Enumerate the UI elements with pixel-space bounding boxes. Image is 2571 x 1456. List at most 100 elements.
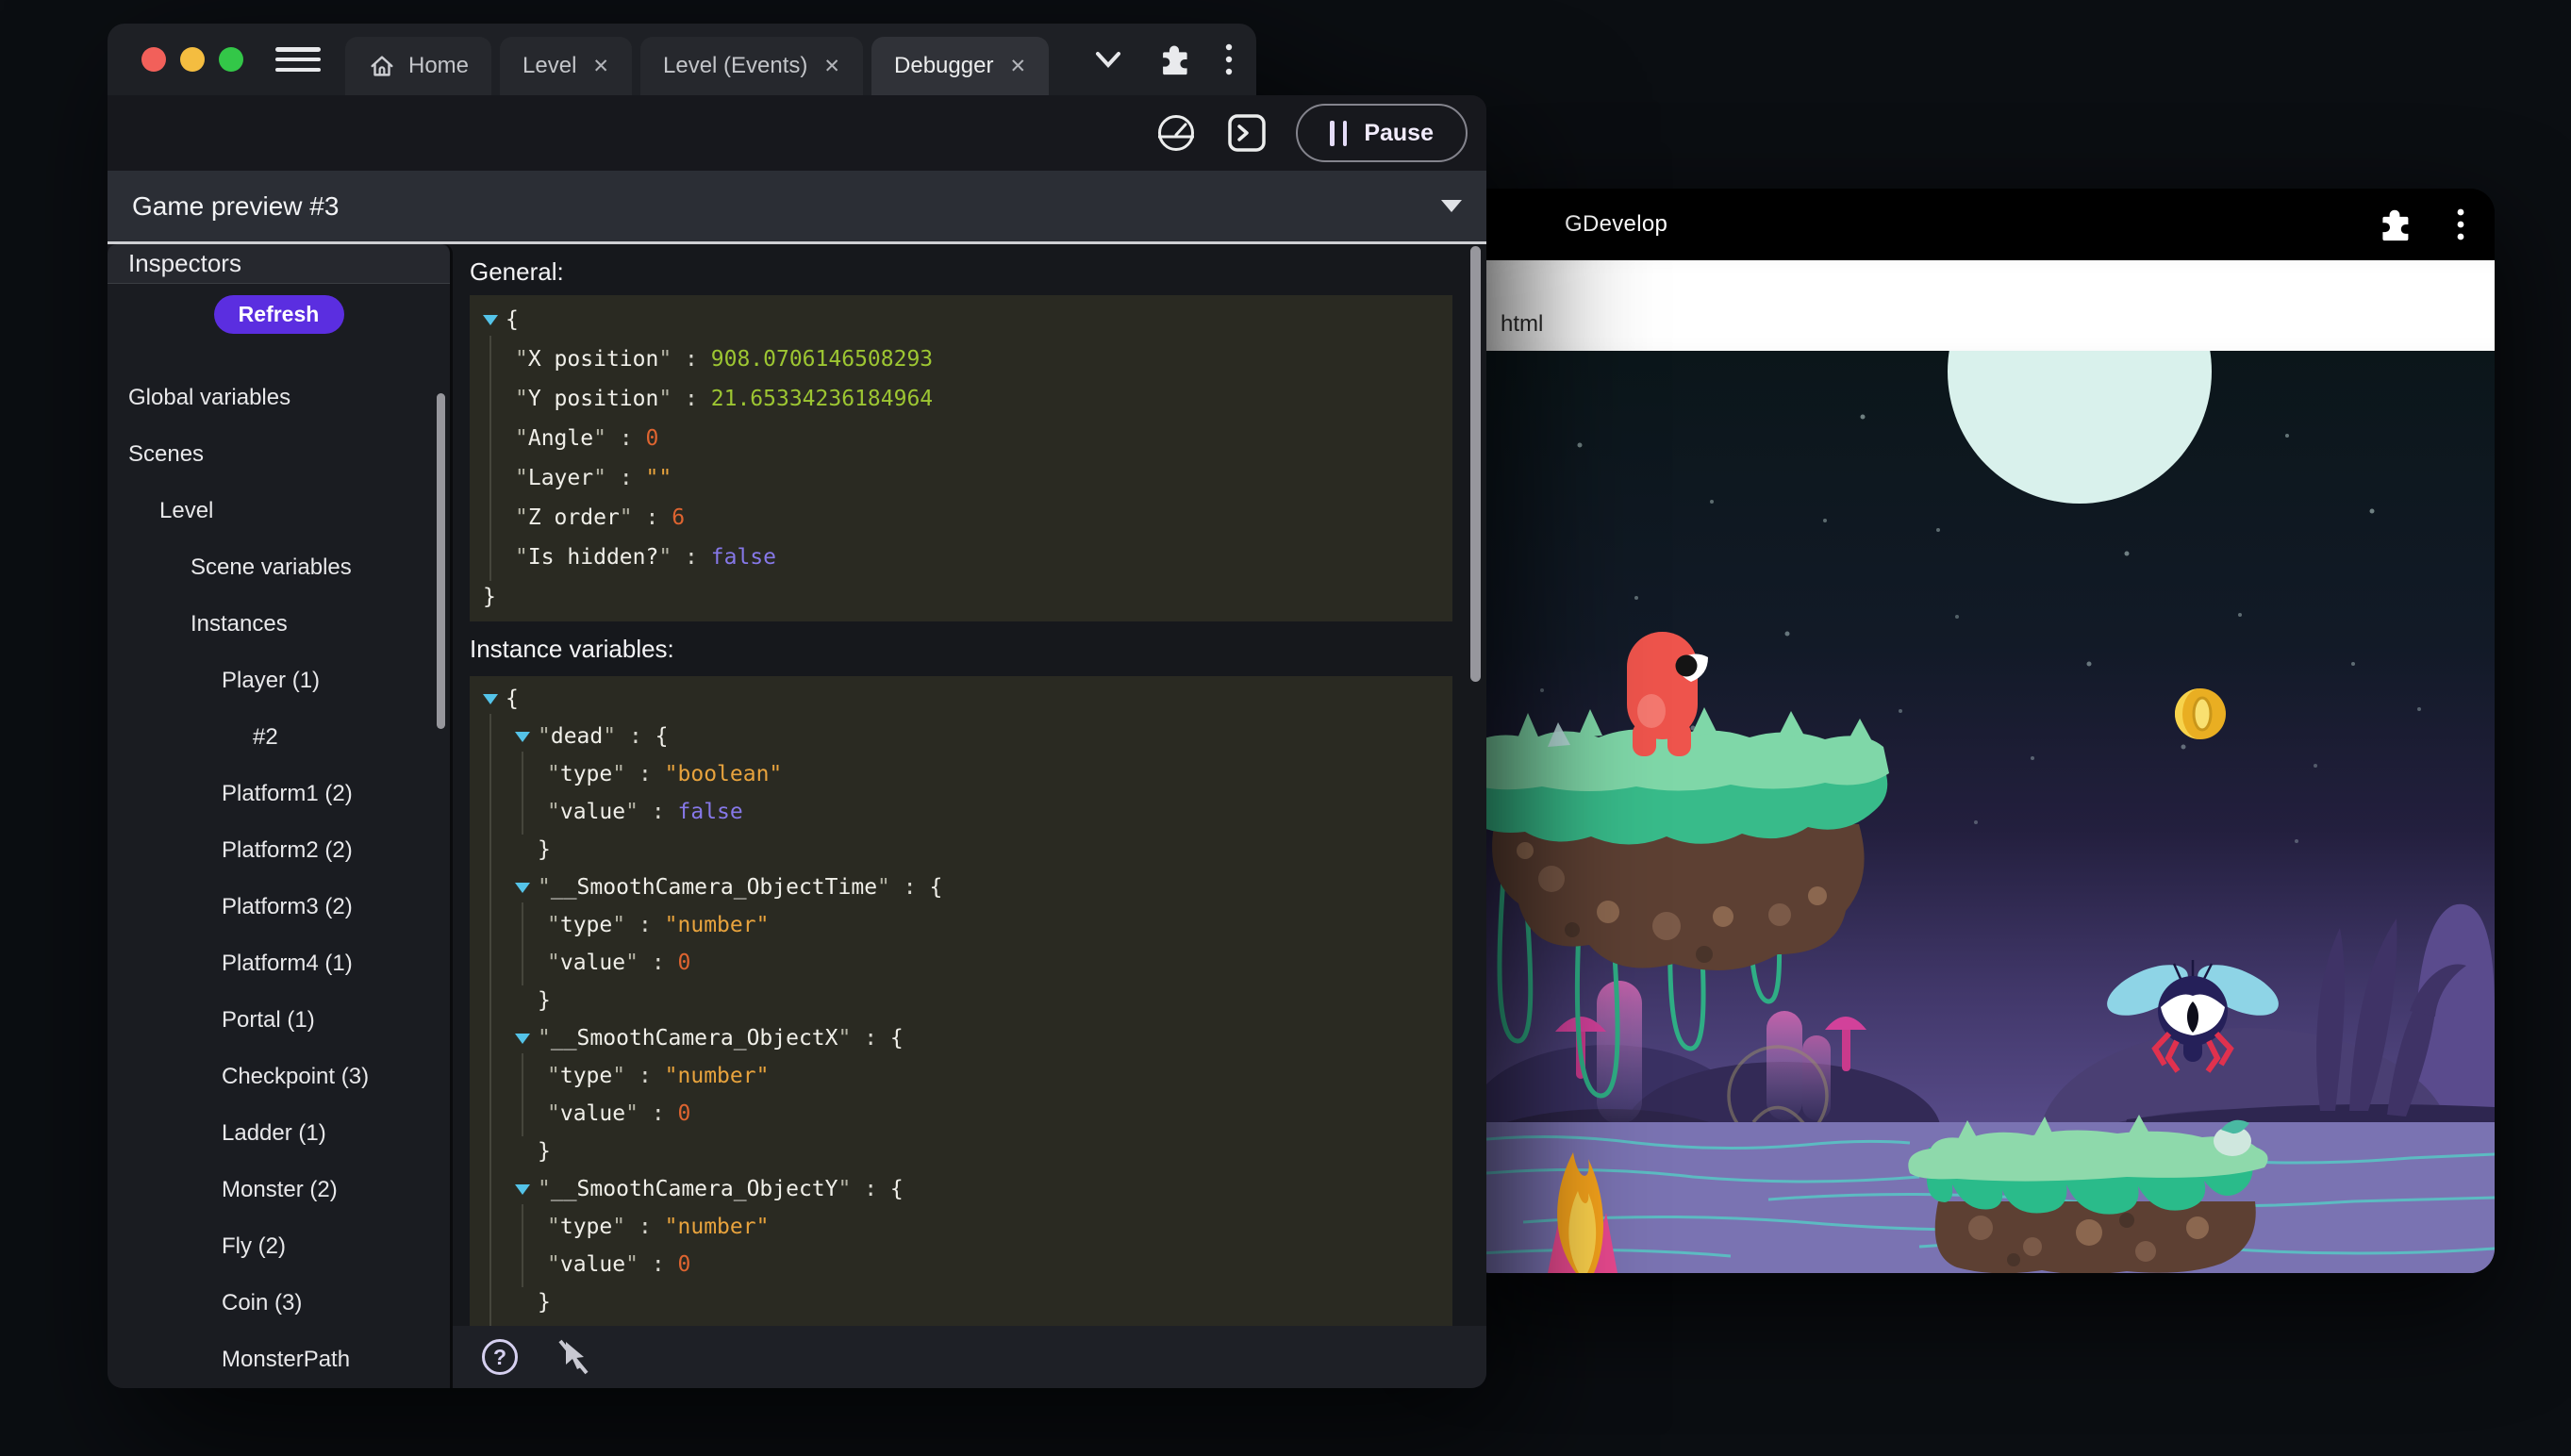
json-row: "type" : "number" — [470, 1057, 1452, 1095]
kebab-menu-icon[interactable] — [2455, 207, 2466, 242]
sidebar-item-scenes[interactable]: Scenes — [108, 426, 450, 483]
collapse-arrow-icon[interactable] — [515, 732, 530, 742]
general-section-label: General: — [470, 256, 1486, 288]
json-row[interactable]: "__SmoothCamera_ObjectY" : { — [470, 1170, 1452, 1208]
dropdown-caret-icon[interactable] — [1441, 200, 1462, 212]
desktop: GDevelop html — [0, 0, 2571, 1456]
close-tab-icon[interactable]: ✕ — [1009, 55, 1026, 78]
tab-home[interactable]: Home — [345, 37, 491, 95]
sidebar-item-ladder-1-[interactable]: Ladder (1) — [108, 1105, 450, 1162]
maximize-button[interactable] — [219, 47, 243, 72]
tab-label: Level — [522, 53, 576, 79]
debugger-window: HomeLevel✕Level (Events)✕Debugger✕ — [108, 24, 1486, 1388]
refresh-button[interactable]: Refresh — [214, 295, 344, 334]
extension-puzzle-icon[interactable] — [1158, 43, 1190, 75]
tab-bar: HomeLevel✕Level (Events)✕Debugger✕ — [345, 37, 1049, 95]
pause-button[interactable]: Pause — [1296, 104, 1468, 162]
collapse-arrow-icon[interactable] — [483, 694, 498, 704]
window-controls — [141, 47, 243, 72]
json-row: "Y position" : 21.65334236184964 — [470, 379, 1452, 419]
sidebar-item-scene-variables[interactable]: Scene variables — [108, 539, 450, 596]
game-window-titlebar: GDevelop — [1467, 189, 2495, 260]
inspector-panel: General: {"X position" : 908.07061465082… — [453, 244, 1486, 1388]
json-row[interactable]: "__SmoothCamera_ObjectTime" : { — [470, 869, 1452, 906]
sidebar-item-player-1-[interactable]: Player (1) — [108, 653, 450, 709]
sidebar-item-fly-2-[interactable]: Fly (2) — [108, 1218, 450, 1275]
preview-title: Game preview #3 — [132, 191, 339, 222]
help-icon[interactable]: ? — [479, 1336, 521, 1378]
address-text: html — [1501, 311, 1543, 338]
coin — [2175, 688, 2226, 739]
sidebar-item-platform3-2-[interactable]: Platform3 (2) — [108, 879, 450, 935]
sidebar-item-monster-2-[interactable]: Monster (2) — [108, 1162, 450, 1218]
tab-level[interactable]: Level ✕ — [500, 37, 632, 95]
json-row[interactable]: "__SmoothCamera_ObjectX" : { — [470, 1019, 1452, 1057]
json-row: } — [470, 577, 1452, 617]
home-icon — [368, 52, 396, 80]
collapse-arrow-icon[interactable] — [515, 1184, 530, 1195]
game-preview-window: GDevelop html — [1467, 189, 2495, 1273]
json-row: "Is hidden?" : false — [470, 538, 1452, 577]
json-row: "type" : "number" — [470, 1208, 1452, 1246]
pause-label: Pause — [1364, 120, 1434, 147]
game-canvas[interactable] — [1467, 351, 2495, 1273]
sidebar-item-monsterpath[interactable]: MonsterPath — [108, 1332, 450, 1388]
json-row: "value" : 0 — [470, 1095, 1452, 1133]
json-row: "value" : 0 — [470, 944, 1452, 982]
game-scene — [1467, 351, 2495, 1273]
sidebar-item--2[interactable]: #2 — [108, 709, 450, 766]
json-row[interactable]: { — [470, 300, 1452, 339]
sidebar-scrollbar[interactable] — [437, 393, 445, 729]
json-row: "type" : "boolean" — [470, 755, 1452, 793]
json-row: "Layer" : "" — [470, 458, 1452, 498]
sidebar-item-instances[interactable]: Instances — [108, 596, 450, 653]
chevron-down-icon[interactable] — [1092, 48, 1124, 71]
json-row: } — [470, 1283, 1452, 1321]
json-row: "type" : "number" — [470, 906, 1452, 944]
json-row: "value" : 0 — [470, 1246, 1452, 1283]
kebab-menu-icon[interactable] — [1224, 42, 1234, 76]
panel-scrollbar[interactable] — [1470, 246, 1481, 682]
preview-selector[interactable]: Game preview #3 — [108, 171, 1486, 244]
extension-puzzle-icon[interactable] — [2378, 207, 2412, 241]
collapse-arrow-icon[interactable] — [483, 315, 498, 325]
collapse-arrow-icon[interactable] — [515, 883, 530, 893]
json-row[interactable]: "dead" : { — [470, 718, 1452, 755]
sidebar-item-coin-3-[interactable]: Coin (3) — [108, 1275, 450, 1332]
game-window-title: GDevelop — [1565, 211, 1667, 238]
close-button[interactable] — [141, 47, 166, 72]
tab-debugger[interactable]: Debugger✕ — [871, 37, 1049, 95]
close-tab-icon[interactable]: ✕ — [823, 55, 840, 78]
tab-label: Level (Events) — [663, 53, 807, 79]
pick-element-disabled-icon[interactable] — [553, 1336, 594, 1378]
sidebar-item-platform1-2-[interactable]: Platform1 (2) — [108, 766, 450, 822]
inspector-tree: Global variablesScenesLevelScene variabl… — [108, 370, 450, 1388]
debugger-toolbar: Pause — [108, 95, 1486, 171]
instance-variables-label: Instance variables: — [470, 633, 1486, 665]
json-row[interactable]: { — [470, 680, 1452, 718]
sidebar-item-portal-1-[interactable]: Portal (1) — [108, 992, 450, 1049]
tab-level-events-[interactable]: Level (Events) ✕ — [640, 37, 863, 95]
sidebar-item-global-variables[interactable]: Global variables — [108, 370, 450, 426]
address-bar[interactable]: html — [1467, 260, 2495, 351]
collapse-arrow-icon[interactable] — [515, 1034, 530, 1044]
console-icon[interactable] — [1226, 112, 1268, 154]
sidebar-item-platform2-2-[interactable]: Platform2 (2) — [108, 822, 450, 879]
tab-strip: HomeLevel✕Level (Events)✕Debugger✕ — [108, 24, 1256, 95]
tab-label: Home — [408, 53, 469, 79]
sidebar-item-level[interactable]: Level — [108, 483, 450, 539]
minimize-button[interactable] — [180, 47, 205, 72]
general-json-viewer[interactable]: {"X position" : 908.0706146508293"Y posi… — [470, 295, 1452, 621]
instance-variables-json-viewer[interactable]: {"dead" : {"type" : "boolean""value" : f… — [470, 676, 1452, 1335]
json-row: "Z order" : 6 — [470, 498, 1452, 538]
debugger-statusbar: ? — [453, 1326, 1486, 1388]
hamburger-menu-icon[interactable] — [275, 43, 321, 75]
sidebar-item-checkpoint-3-[interactable]: Checkpoint (3) — [108, 1049, 450, 1105]
inspectors-sidebar: Inspectors Refresh Global variablesScene… — [108, 244, 453, 1388]
profiler-speedometer-icon[interactable] — [1154, 111, 1198, 155]
json-row: "X position" : 908.0706146508293 — [470, 339, 1452, 379]
sidebar-item-platform4-1-[interactable]: Platform4 (1) — [108, 935, 450, 992]
json-row: "value" : false — [470, 793, 1452, 831]
pause-icon — [1330, 121, 1347, 146]
close-tab-icon[interactable]: ✕ — [592, 55, 609, 78]
